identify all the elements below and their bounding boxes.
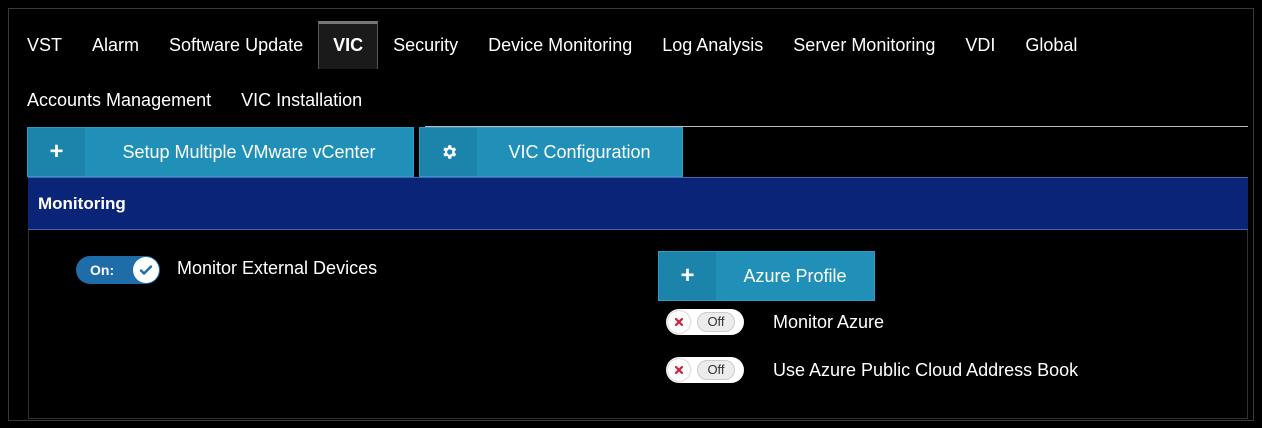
vic-configuration-button[interactable]: VIC Configuration bbox=[419, 127, 683, 177]
tab-alarm[interactable]: Alarm bbox=[77, 21, 154, 69]
tab-bar-row-2: Accounts Management VIC Installation bbox=[12, 76, 377, 124]
close-icon bbox=[668, 359, 690, 381]
monitor-external-devices-toggle[interactable]: On: bbox=[76, 256, 160, 284]
azure-address-book-label: Use Azure Public Cloud Address Book bbox=[773, 360, 1079, 380]
toggle-state-label: Off bbox=[697, 360, 735, 380]
tab-vst[interactable]: VST bbox=[12, 21, 77, 69]
tab-software-update[interactable]: Software Update bbox=[154, 21, 318, 69]
setup-multiple-vcenter-button[interactable]: + Setup Multiple VMware vCenter bbox=[27, 127, 414, 177]
tab-security[interactable]: Security bbox=[378, 21, 473, 69]
monitor-azure-toggle[interactable]: Off bbox=[666, 309, 744, 335]
azure-profile-label: Azure Profile bbox=[716, 252, 874, 300]
tab-vdi[interactable]: VDI bbox=[950, 21, 1010, 69]
monitor-external-devices-label: Monitor External Devices bbox=[177, 258, 378, 278]
close-icon bbox=[668, 311, 690, 333]
monitor-azure-label: Monitor Azure bbox=[773, 312, 885, 332]
toggle-state-label: Off bbox=[697, 312, 735, 332]
monitoring-panel-title: Monitoring bbox=[38, 194, 126, 213]
setup-multiple-vcenter-label: Setup Multiple VMware vCenter bbox=[85, 128, 413, 176]
tab-log-analysis[interactable]: Log Analysis bbox=[647, 21, 778, 69]
plus-icon: + bbox=[49, 138, 64, 165]
tab-vic-installation[interactable]: VIC Installation bbox=[226, 76, 377, 124]
azure-address-book-toggle[interactable]: Off bbox=[666, 357, 744, 383]
tab-global[interactable]: Global bbox=[1010, 21, 1092, 69]
gear-icon bbox=[420, 128, 477, 176]
toggle-state-label: On: bbox=[90, 262, 115, 278]
check-icon bbox=[133, 257, 159, 283]
azure-profile-button[interactable]: + Azure Profile bbox=[658, 251, 875, 301]
tab-device-monitoring[interactable]: Device Monitoring bbox=[473, 21, 647, 69]
tab-bar-row-1: VST Alarm Software Update VIC Security D… bbox=[12, 21, 1092, 69]
monitoring-panel-header: Monitoring bbox=[28, 177, 1248, 230]
tab-server-monitoring[interactable]: Server Monitoring bbox=[778, 21, 950, 69]
tab-accounts-management[interactable]: Accounts Management bbox=[12, 76, 226, 124]
plus-icon: + bbox=[680, 262, 695, 289]
tab-vic[interactable]: VIC bbox=[318, 21, 379, 69]
vic-configuration-label: VIC Configuration bbox=[477, 128, 682, 176]
